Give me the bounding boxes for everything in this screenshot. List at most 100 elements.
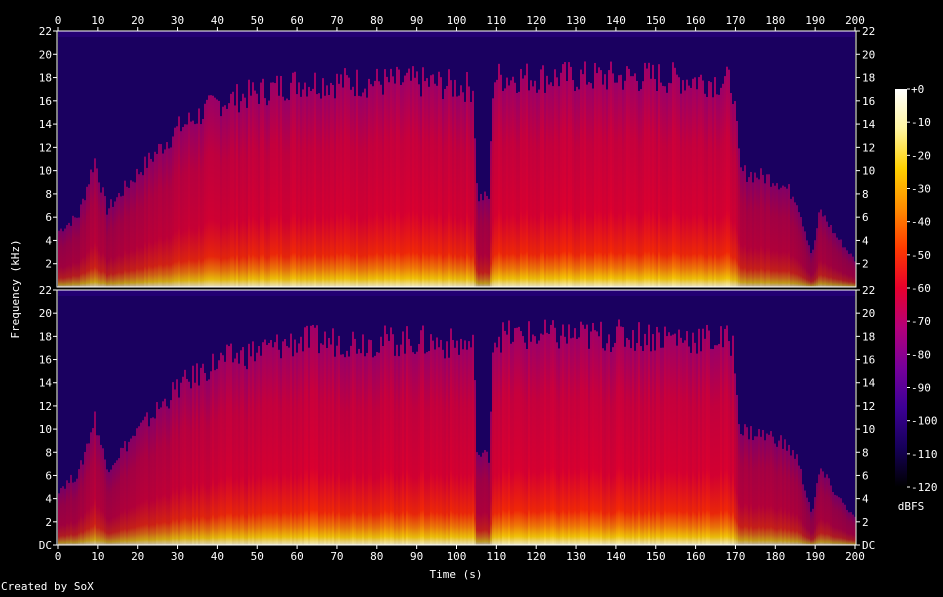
spectral-column [526,349,528,545]
spectral-column [124,441,126,545]
spectral-column [580,321,582,545]
spectral-column [332,84,334,287]
spectral-column [670,335,672,545]
spectral-column [178,397,180,545]
spectral-column [234,105,236,287]
spectrogram-panel-lower [56,289,857,546]
spectral-column [782,448,784,545]
spectral-column [392,76,394,287]
spectral-column [70,474,72,545]
spectral-column [82,198,84,287]
spectral-column [182,376,184,545]
spectral-column [676,345,678,545]
spectral-column [762,174,764,287]
spectral-column [238,363,240,545]
spectral-column [646,68,648,287]
y-tick-label-right: 18 [862,330,875,343]
spectral-column [98,435,100,545]
spectral-column [264,98,266,287]
spectral-column [800,217,802,287]
spectral-column [348,356,350,545]
spectral-column [560,335,562,545]
spectral-column [344,357,346,545]
spectral-column [232,362,234,545]
spectral-column [714,77,716,288]
spectral-column [370,84,372,287]
spectral-column [94,411,96,545]
spectral-column [712,349,714,545]
spectral-column [562,64,564,287]
spectral-column [284,339,286,545]
spectral-column [350,345,352,545]
spectral-column [674,333,676,545]
spectral-column [764,183,766,287]
spectral-column [620,74,622,287]
spectral-column [706,324,708,545]
y-tick-label-right: 2 [862,258,869,271]
spectral-column [460,338,462,545]
spectral-column [210,371,212,545]
spectral-column [312,88,314,288]
spectral-column [480,193,482,287]
x-tick-label-top: 30 [171,14,184,27]
spectral-column [456,340,458,545]
spectral-column [706,96,708,287]
y-tick-label-right: DC [862,539,875,552]
spectral-column [756,436,758,545]
spectral-column [484,191,486,287]
spectral-column [392,334,394,545]
spectral-column [226,108,228,288]
spectral-column [324,95,326,287]
y-tick-label-left: 18 [39,330,52,343]
spectral-column [480,456,482,545]
spectral-column [144,416,146,545]
spectral-column [100,444,102,545]
spectral-column [318,93,320,287]
spectral-column [264,339,266,545]
spectral-column [660,347,662,545]
spectral-column [754,172,756,287]
spectral-column [240,350,242,545]
spectral-column [330,82,332,288]
spectral-column [104,196,106,287]
spectral-column [482,200,484,287]
spectral-column [358,95,360,287]
spectral-column [532,334,534,545]
y-tick-label-left: 20 [39,307,52,320]
spectral-column [80,204,82,287]
spectral-column [184,369,186,545]
spectral-column [636,342,638,545]
spectral-column [430,334,432,545]
spectral-column [774,185,776,287]
spectral-column [546,332,548,545]
spectral-column [556,77,558,287]
spectral-column [830,224,832,287]
spectral-column [684,340,686,545]
spectral-column [326,85,328,287]
spectral-column [666,336,668,545]
spectral-column [304,327,306,545]
spectral-column [532,86,534,288]
spectral-column [442,349,444,545]
spectral-column [330,344,332,545]
spectral-column [514,82,516,287]
spectral-column [428,351,430,545]
spectral-column [94,158,96,287]
spectral-column [372,357,374,545]
spectral-column [436,85,438,288]
spectral-column [368,339,370,545]
spectral-column [496,79,498,287]
y-tick-label-left: 8 [45,446,52,459]
spectral-column [354,96,356,287]
spectral-column [496,347,498,545]
spectral-column [122,195,124,287]
spectral-column [660,82,662,288]
spectral-column [692,78,694,287]
y-tick-label-left: 6 [45,211,52,224]
spectral-column [308,86,310,287]
spectral-column [394,83,396,287]
spectral-column [542,334,544,545]
spectral-column [120,196,122,287]
spectral-column [546,75,548,287]
spectral-column [544,319,546,545]
